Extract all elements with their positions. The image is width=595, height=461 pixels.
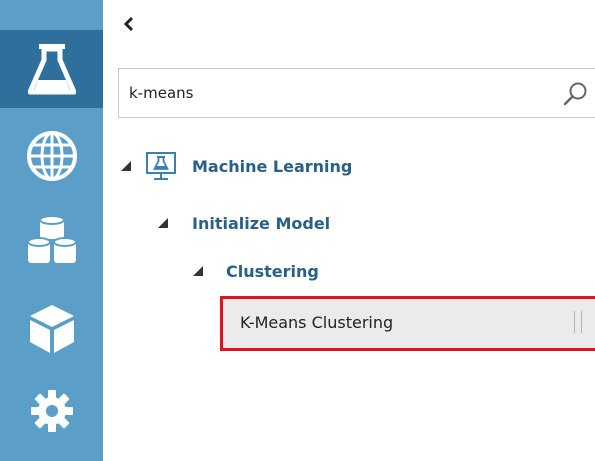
module-item-label: K-Means Clustering (240, 313, 394, 332)
tree-node-label: Initialize Model (192, 213, 331, 233)
nav-rail (0, 0, 103, 461)
tree-node-label: Machine Learning (192, 156, 353, 176)
tree-node-clustering[interactable]: Clustering (192, 258, 319, 284)
chevron-left-icon (123, 16, 134, 32)
tree-node-label: Clustering (226, 261, 319, 281)
machine-learning-icon (146, 152, 176, 180)
grip-line (581, 311, 582, 333)
search-icon (563, 82, 587, 106)
tree-node-machine-learning[interactable]: Machine Learning (120, 152, 352, 180)
search-button[interactable] (562, 80, 590, 108)
globe-icon (26, 131, 77, 181)
drag-handle[interactable] (574, 311, 582, 333)
expanded-caret-icon (193, 266, 203, 276)
tree-node-initialize-model[interactable]: Initialize Model (157, 210, 330, 236)
datasets-icon (26, 215, 77, 263)
search-input[interactable] (129, 79, 549, 107)
collapse-panel-button[interactable] (120, 13, 138, 35)
rail-item-web-services[interactable] (0, 117, 103, 195)
expanded-caret-icon (121, 161, 131, 171)
cube-icon (29, 305, 74, 353)
gear-icon (30, 390, 73, 432)
flask-icon (27, 44, 76, 95)
rail-item-modules[interactable] (0, 290, 103, 368)
rail-item-experiments[interactable] (0, 30, 103, 108)
grip-line (574, 311, 575, 333)
expanded-caret-icon (158, 218, 168, 228)
module-search (118, 68, 595, 118)
rail-item-datasets[interactable] (0, 203, 103, 281)
module-item-k-means-clustering[interactable]: K-Means Clustering (220, 296, 595, 351)
rail-item-settings[interactable] (0, 372, 103, 450)
